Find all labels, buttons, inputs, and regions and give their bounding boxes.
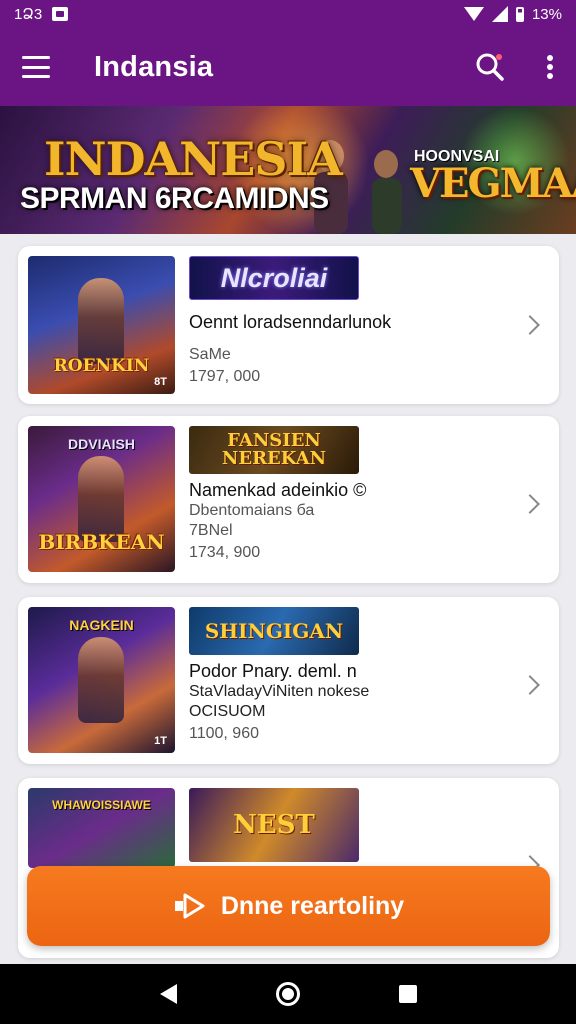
game-logo: FANSIEN NEREKAN: [189, 426, 359, 474]
game-count: 1100, 960: [189, 725, 259, 742]
battery-icon: [515, 6, 524, 22]
logo-text: SHINGIGAN: [204, 619, 344, 643]
search-icon[interactable]: [474, 51, 506, 83]
app-title: Indansia: [94, 50, 214, 83]
game-card[interactable]: DDVIAISH BIRBKEAN FANSIEN NEREKAN Namenk…: [18, 416, 559, 583]
game-title: Namenkad adeinkio ©: [189, 480, 367, 500]
banner-subtitle: SPRMAN 6RCAMIDNS: [20, 182, 329, 215]
logo-text: Nlcroliai: [220, 262, 328, 293]
game-subtitle-2: 7BNel: [189, 522, 233, 539]
back-icon[interactable]: [159, 984, 177, 1004]
thumbnail-caption: WHAWOISSIAWE: [52, 798, 151, 812]
game-card[interactable]: ROENKIN 8T Nlcroliai Oennt loradsenndarl…: [18, 246, 559, 404]
primary-action-button[interactable]: Dnne reartoliny: [27, 866, 550, 946]
recent-apps-icon[interactable]: [398, 985, 417, 1003]
game-thumbnail: ROENKIN 8T: [28, 256, 175, 394]
game-subtitle: SaMe: [189, 346, 231, 363]
status-bar: 1Ձ3 13%: [0, 0, 576, 28]
home-icon[interactable]: [275, 982, 300, 1006]
game-thumbnail: DDVIAISH BIRBKEAN: [28, 426, 175, 572]
system-nav-bar: [0, 964, 576, 1024]
signal-icon: [491, 6, 508, 22]
game-count: 1797, 000: [189, 368, 261, 385]
promo-banner[interactable]: INDANESIA SPRMAN 6RCAMIDNS HOONVSAI VEGM…: [0, 106, 576, 234]
notification-icon: [52, 7, 69, 21]
game-count: 1734, 900: [189, 544, 261, 561]
app-bar: Indansia: [0, 28, 576, 106]
status-time: 1Ձ3: [14, 6, 43, 23]
banner-title: INDANESIA: [44, 132, 343, 186]
game-title: Podor Pnary. deml. n: [189, 661, 357, 681]
game-subtitle: Dbentomaians ба: [189, 502, 315, 519]
thumbnail-badge: 1T: [154, 735, 167, 747]
battery-percent: 13%: [531, 5, 562, 23]
chevron-right-icon: [520, 675, 540, 695]
wifi-icon: [463, 7, 484, 21]
game-logo: NEST: [189, 788, 359, 862]
game-title: Oennt loradsenndarlunok: [189, 312, 392, 332]
game-thumbnail: WHAWOISSIAWE: [28, 788, 175, 868]
thumbnail-caption: NAGKEIN: [69, 617, 134, 633]
chevron-right-icon: [520, 315, 540, 335]
thumbnail-badge: 8T: [154, 376, 167, 388]
thumbnail-caption: DDVIAISH: [68, 436, 135, 452]
game-subtitle: StaVladayViNiten nokese: [189, 683, 370, 700]
game-logo: SHINGIGAN: [189, 607, 359, 655]
game-thumbnail: NAGKEIN 1T: [28, 607, 175, 753]
primary-action-label: Dnne reartoliny: [220, 891, 405, 920]
game-card[interactable]: NAGKEIN 1T SHINGIGAN Podor Pnary. deml. …: [18, 597, 559, 764]
game-subtitle-2: OCISUOM: [189, 703, 266, 720]
game-logo: Nlcroliai: [189, 256, 359, 300]
thumbnail-label: ROENKIN: [53, 356, 150, 376]
thumbnail-label: BIRBKEAN: [38, 530, 165, 554]
banner-right-title: VEGMAAS: [410, 160, 576, 207]
share-arrow-icon: [174, 893, 205, 919]
more-vert-icon[interactable]: [546, 54, 554, 80]
logo-text: NEST: [233, 810, 315, 840]
menu-icon[interactable]: [22, 56, 50, 78]
logo-text: FANSIEN NEREKAN: [221, 430, 327, 469]
chevron-right-icon: [520, 494, 540, 514]
